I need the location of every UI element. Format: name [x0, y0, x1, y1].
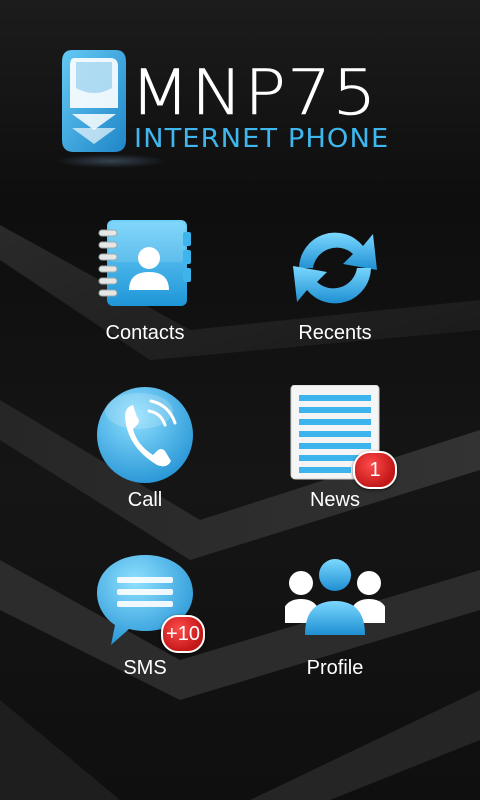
logo-shadow: [56, 154, 166, 168]
news-badge: 1: [353, 451, 397, 489]
brand-name: MNP75: [130, 56, 378, 129]
tile-contacts[interactable]: Contacts: [65, 218, 225, 368]
tile-call[interactable]: Call: [65, 385, 225, 535]
tile-label-sms: SMS: [123, 657, 167, 679]
tile-recents[interactable]: Recents: [255, 218, 415, 368]
address-book-icon: [95, 218, 195, 318]
tile-label-recents: Recents: [298, 322, 372, 344]
app-logo: MNP75 INTERNET PHONE: [56, 44, 436, 168]
sms-badge: +10: [161, 615, 205, 653]
phone-handset-icon: [95, 385, 195, 485]
tile-label-profile: Profile: [306, 657, 364, 679]
home-screen: MNP75 INTERNET PHONE Contacts Recents Ca…: [0, 0, 480, 800]
tile-label-news: News: [309, 489, 360, 511]
brand-tagline: INTERNET PHONE: [134, 124, 390, 154]
tile-sms[interactable]: +10 SMS: [65, 553, 225, 703]
tile-label-contacts: Contacts: [105, 322, 185, 344]
refresh-arrows-icon: [285, 218, 385, 318]
phone-badge-icon: [62, 50, 126, 152]
people-group-icon: [281, 553, 389, 653]
tile-profile[interactable]: Profile: [255, 553, 415, 703]
tile-news[interactable]: 1 News: [255, 384, 415, 535]
tile-label-call: Call: [127, 489, 163, 511]
